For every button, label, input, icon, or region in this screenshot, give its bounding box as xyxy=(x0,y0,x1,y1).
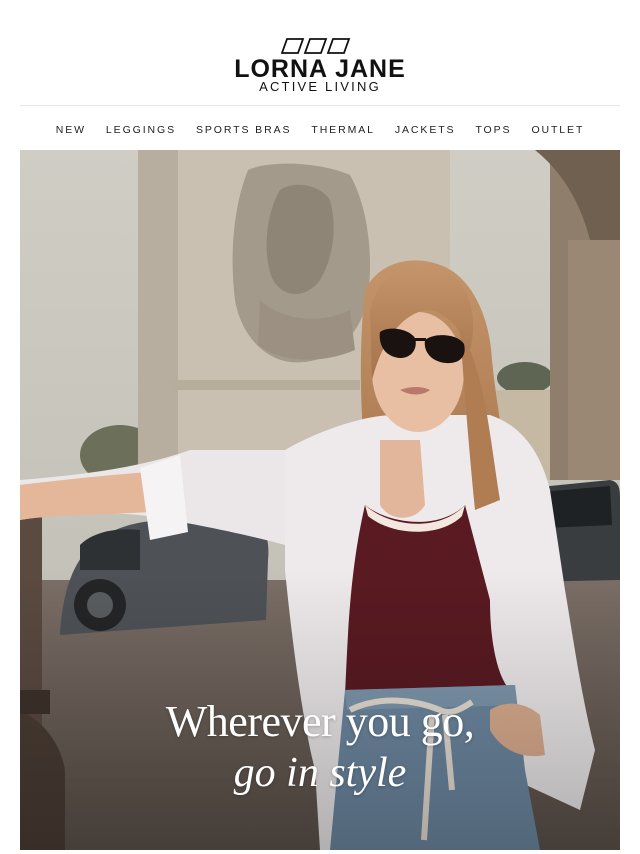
brand-tagline: ACTIVE LIVING xyxy=(259,79,381,94)
hero-banner[interactable]: Wherever you go, go in style xyxy=(20,150,620,850)
main-nav: NEW LEGGINGS SPORTS BRAS THERMAL JACKETS… xyxy=(0,121,640,139)
nav-item-jackets[interactable]: JACKETS xyxy=(385,124,466,136)
nav-item-sports-bras[interactable]: SPORTS BRAS xyxy=(186,124,301,136)
nav-item-new[interactable]: NEW xyxy=(46,124,96,136)
nav-item-leggings[interactable]: LEGGINGS xyxy=(96,124,186,136)
nav-item-thermal[interactable]: THERMAL xyxy=(301,124,384,136)
hero-headline: Wherever you go, go in style xyxy=(20,696,620,798)
nav-item-outlet[interactable]: OUTLET xyxy=(521,124,594,136)
email-header: LORNA JANE ACTIVE LIVING xyxy=(0,0,640,104)
nav-item-tops[interactable]: TOPS xyxy=(465,124,521,136)
header-divider xyxy=(20,105,620,106)
hero-headline-line1: Wherever you go, xyxy=(165,697,475,746)
hero-headline-line2: go in style xyxy=(233,750,407,796)
brand-logo-mark-icon[interactable] xyxy=(281,38,351,54)
